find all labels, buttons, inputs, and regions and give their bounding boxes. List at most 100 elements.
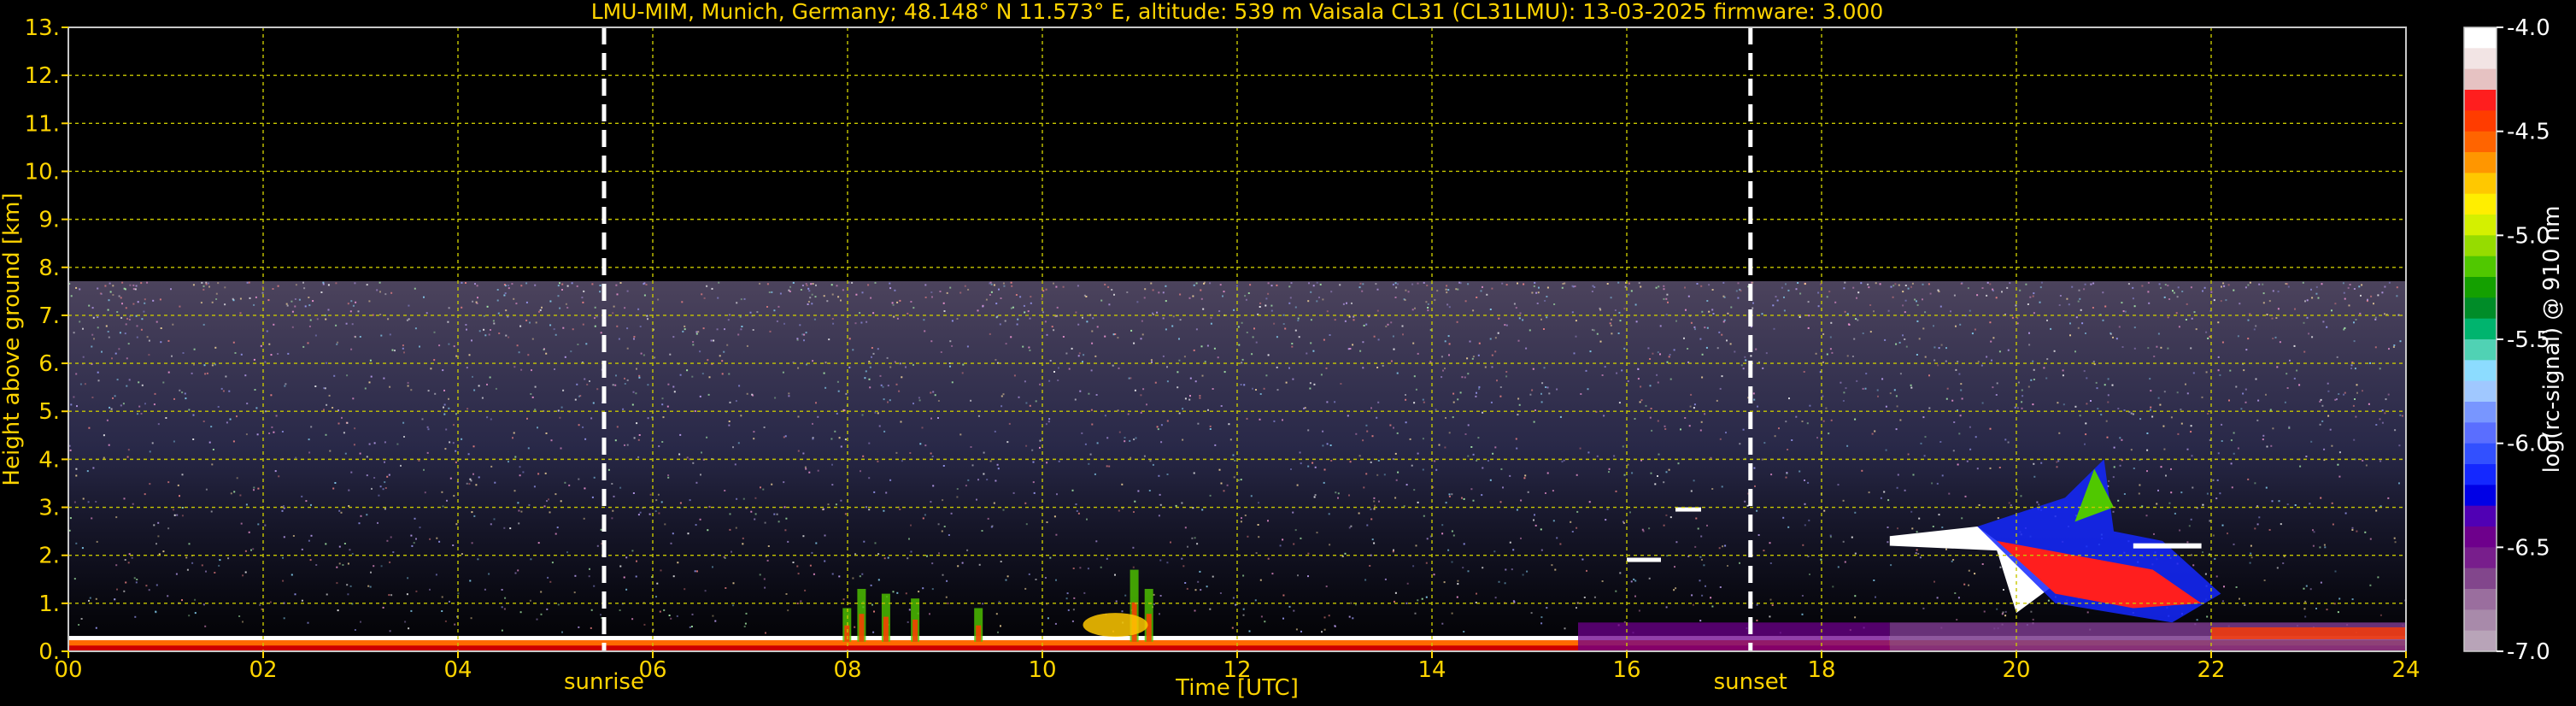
colorbar-label: log(rc-signal) @ 910 nm	[2539, 206, 2565, 474]
noise-dot	[2265, 393, 2267, 396]
noise-dot	[626, 347, 629, 350]
noise-dot	[742, 537, 744, 539]
noise-dot	[1095, 394, 1098, 396]
noise-dot	[490, 523, 492, 526]
noise-dot	[807, 287, 810, 290]
noise-dot	[2349, 284, 2351, 285]
noise-dot	[550, 439, 553, 442]
noise-dot	[2021, 389, 2023, 391]
noise-dot	[1854, 595, 1857, 597]
noise-dot	[1209, 425, 1212, 427]
noise-dot	[2124, 310, 2127, 313]
noise-dot	[1290, 282, 1293, 285]
noise-dot	[1797, 282, 1799, 284]
noise-dot	[1201, 374, 1204, 377]
noise-dot	[144, 302, 146, 304]
noise-dot	[1937, 364, 1939, 367]
noise-dot	[285, 303, 288, 305]
noise-dot	[1916, 320, 1919, 322]
noise-dot	[473, 389, 476, 391]
noise-dot	[396, 443, 399, 445]
noise-dot	[1861, 469, 1863, 472]
noise-dot	[1840, 381, 1842, 384]
noise-dot	[1417, 352, 1419, 355]
noise-dot	[194, 598, 197, 601]
noise-dot	[1312, 350, 1315, 352]
noise-dot	[501, 589, 503, 591]
noise-dot	[1657, 381, 1659, 384]
noise-dot	[434, 392, 437, 395]
noise-dot	[302, 281, 304, 284]
noise-dot	[1571, 531, 1574, 532]
noise-dot	[1159, 559, 1162, 562]
noise-dot	[1945, 548, 1947, 550]
noise-dot	[1652, 352, 1654, 355]
noise-dot	[1193, 284, 1195, 286]
noise-dot	[1390, 321, 1393, 324]
noise-dot	[132, 303, 135, 305]
noise-dot	[475, 301, 478, 303]
noise-dot	[119, 332, 121, 334]
noise-dot	[1411, 464, 1413, 467]
noise-dot	[835, 503, 837, 506]
noise-dot	[1576, 527, 1578, 529]
noise-dot	[919, 443, 922, 445]
noise-dot	[108, 299, 110, 302]
noise-dot	[2205, 331, 2208, 333]
noise-dot	[1240, 479, 1242, 481]
noise-dot	[369, 359, 372, 362]
noise-dot	[639, 511, 642, 514]
noise-dot	[1463, 497, 1465, 500]
noise-dot	[132, 503, 134, 505]
noise-dot	[1505, 324, 1508, 327]
noise-dot	[536, 618, 538, 621]
noise-dot	[766, 306, 768, 308]
noise-dot	[1986, 281, 1989, 284]
noise-dot	[989, 460, 992, 462]
noise-dot	[1209, 608, 1212, 610]
noise-dot	[1407, 291, 1410, 293]
noise-dot	[924, 444, 927, 447]
noise-dot	[851, 281, 854, 284]
noise-dot	[1024, 502, 1027, 504]
noise-dot	[990, 291, 993, 293]
noise-dot	[347, 562, 349, 565]
noise-dot	[1092, 317, 1094, 320]
noise-dot	[1012, 491, 1015, 494]
noise-dot	[1980, 364, 1983, 367]
noise-dot	[1067, 609, 1070, 611]
noise-dot	[443, 413, 446, 415]
noise-dot	[188, 543, 191, 545]
noise-dot	[1649, 416, 1652, 419]
noise-dot	[1769, 615, 1771, 618]
noise-dot	[1708, 310, 1710, 313]
noise-dot	[1042, 311, 1044, 314]
noise-dot	[1699, 338, 1702, 340]
noise-dot	[415, 538, 417, 540]
noise-dot	[222, 390, 225, 392]
noise-dot	[325, 433, 327, 436]
noise-dot	[1622, 445, 1624, 448]
noise-dot	[1834, 301, 1837, 303]
noise-dot	[97, 371, 99, 374]
noise-dot	[2294, 308, 2296, 310]
noise-dot	[2288, 427, 2291, 429]
noise-dot	[1562, 283, 1564, 285]
noise-dot	[1171, 325, 1174, 327]
noise-dot	[1476, 297, 1478, 298]
noise-dot	[1774, 435, 1776, 438]
noise-dot	[1096, 326, 1099, 328]
noise-dot	[236, 415, 238, 418]
noise-dot	[943, 310, 946, 312]
noise-dot	[1402, 333, 1404, 336]
noise-dot	[408, 627, 410, 630]
noise-dot	[109, 406, 111, 409]
noise-dot	[2244, 388, 2247, 391]
noise-dot	[476, 285, 478, 287]
noise-dot	[1893, 389, 1896, 391]
noise-dot	[2277, 308, 2280, 310]
noise-dot	[632, 492, 635, 494]
noise-dot	[1189, 377, 1192, 379]
noise-dot	[854, 626, 856, 628]
noise-dot	[2150, 409, 2151, 411]
